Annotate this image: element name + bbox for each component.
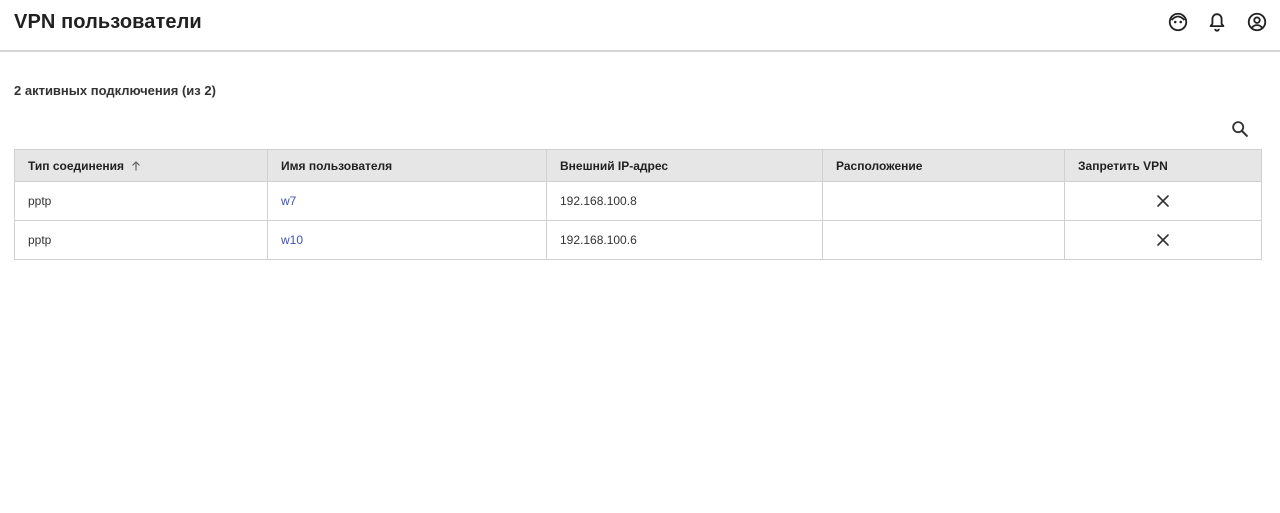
cell-external-ip: 192.168.100.8 (546, 181, 823, 221)
username-link[interactable]: w7 (281, 194, 296, 208)
vpn-users-table: Тип соединения Имя пользователя Внешний … (14, 149, 1262, 260)
column-header-connection-type[interactable]: Тип соединения (14, 149, 268, 182)
cell-location (822, 220, 1065, 260)
cell-username: w7 (267, 181, 547, 221)
column-header-location[interactable]: Расположение (822, 149, 1065, 182)
table-row: pptp w10 192.168.100.6 (14, 220, 1262, 260)
table-row: pptp w7 192.168.100.8 (14, 181, 1262, 221)
cell-connection-type: pptp (14, 181, 268, 221)
cell-connection-type: pptp (14, 220, 268, 260)
cell-location (822, 181, 1065, 221)
close-icon[interactable] (1155, 193, 1171, 209)
arrow-up-icon[interactable] (130, 160, 142, 172)
cell-external-ip: 192.168.100.6 (546, 220, 823, 260)
column-header-block-vpn[interactable]: Запретить VPN (1064, 149, 1262, 182)
cell-block-vpn (1064, 220, 1262, 260)
column-header-label: Тип соединения (28, 158, 125, 173)
cell-block-vpn (1064, 181, 1262, 221)
account-circle-icon[interactable] (1246, 11, 1268, 33)
connections-summary: 2 активных подключения (из 2) (14, 83, 216, 98)
column-header-username[interactable]: Имя пользователя (267, 149, 547, 182)
table-header-row: Тип соединения Имя пользователя Внешний … (14, 149, 1262, 182)
close-icon[interactable] (1155, 232, 1171, 248)
page-title: VPN пользователи (14, 11, 202, 33)
search-icon[interactable] (1229, 118, 1251, 140)
support-icon[interactable] (1167, 11, 1189, 33)
username-link[interactable]: w10 (281, 233, 303, 247)
bell-icon[interactable] (1206, 11, 1228, 33)
top-app-bar: VPN пользователи (0, 0, 1280, 52)
cell-username: w10 (267, 220, 547, 260)
column-header-external-ip[interactable]: Внешний IP-адрес (546, 149, 823, 182)
